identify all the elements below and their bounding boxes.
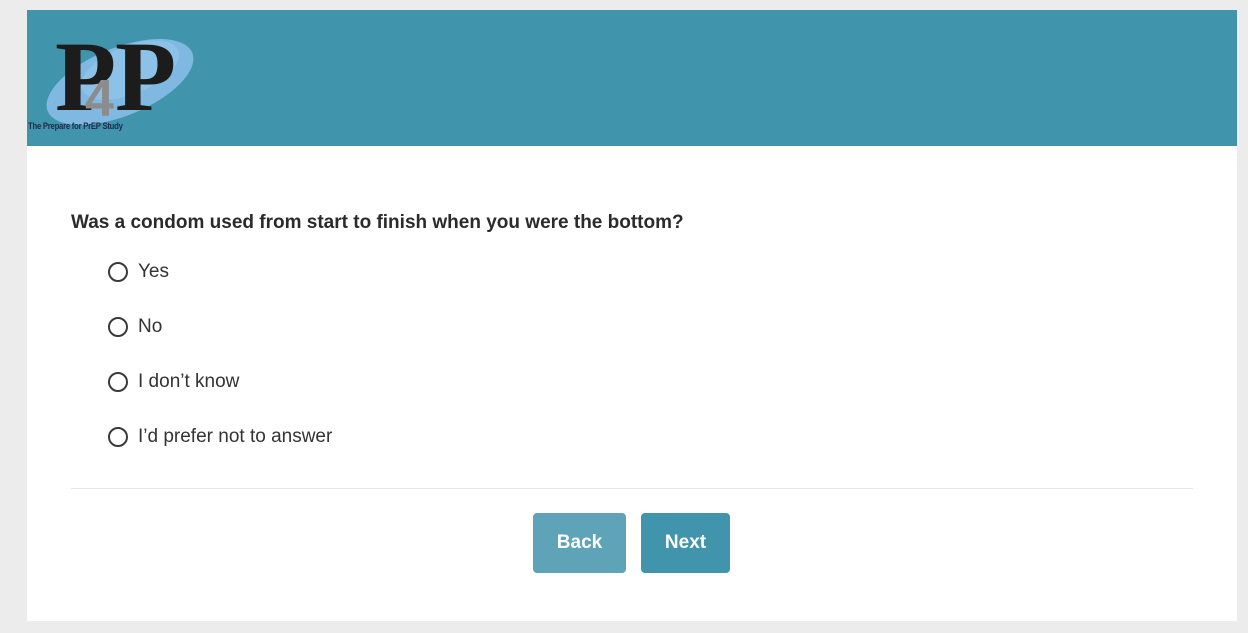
- back-button[interactable]: Back: [533, 513, 626, 573]
- page-header: P 4 P The Prepare for PrEP Study: [27, 10, 1237, 146]
- radio-button[interactable]: [108, 317, 128, 337]
- radio-button[interactable]: [108, 262, 128, 282]
- radio-button[interactable]: [108, 372, 128, 392]
- option-no[interactable]: No: [108, 314, 162, 340]
- svg-text:P: P: [115, 21, 176, 132]
- next-button[interactable]: Next: [641, 513, 730, 573]
- option-dont-know[interactable]: I don’t know: [108, 369, 239, 395]
- logo-tagline: The Prepare for PrEP Study: [28, 121, 123, 131]
- study-logo: P 4 P The Prepare for PrEP Study: [27, 10, 227, 146]
- divider: [71, 488, 1193, 489]
- question-text: Was a condom used from start to finish w…: [71, 212, 684, 233]
- svg-text:4: 4: [85, 70, 114, 128]
- option-label: No: [138, 316, 163, 337]
- option-label: I’d prefer not to answer: [138, 426, 333, 447]
- option-label: I don’t know: [138, 371, 240, 392]
- option-yes[interactable]: Yes: [108, 259, 169, 285]
- option-prefer-not-answer[interactable]: I’d prefer not to answer: [108, 424, 332, 450]
- radio-button[interactable]: [108, 427, 128, 447]
- survey-page: P 4 P The Prepare for PrEP Study Was a c…: [27, 10, 1237, 621]
- option-label: Yes: [138, 261, 169, 282]
